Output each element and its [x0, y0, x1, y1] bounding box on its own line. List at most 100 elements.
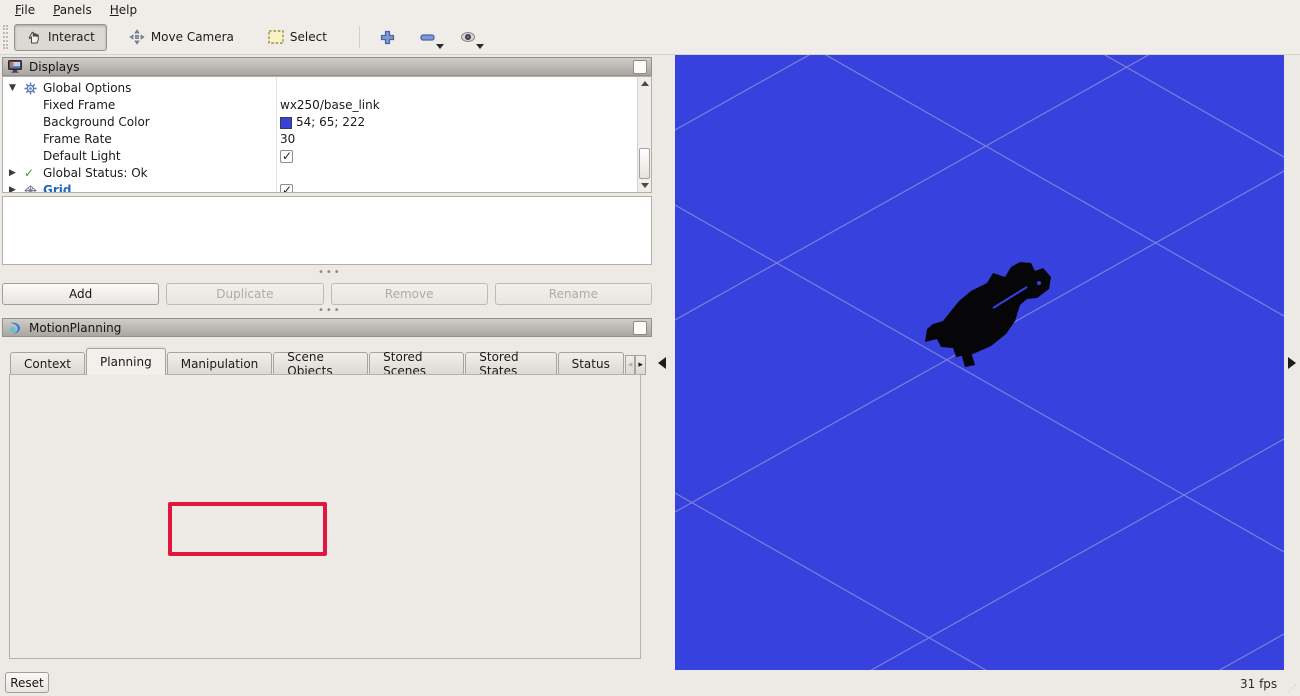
motion-planning-icon [8, 321, 22, 335]
triangle-up-icon [641, 81, 649, 86]
displays-tree[interactable]: ▼ Global Options Fixed Frame wx250/base_… [2, 76, 652, 193]
tree-scrollbar[interactable] [637, 77, 651, 192]
toolbar-separator [359, 26, 360, 48]
tab-status[interactable]: Status [558, 352, 624, 375]
focus-camera-tool-button[interactable] [450, 24, 486, 51]
displays-panel-detach-button[interactable] [633, 60, 647, 74]
motion-planning-panel-title: MotionPlanning [29, 321, 121, 335]
triangle-left-icon [658, 357, 666, 369]
tree-row-fixed-frame[interactable]: Fixed Frame wx250/base_link [3, 97, 638, 114]
chevron-right-icon[interactable]: ▶ [9, 182, 16, 193]
tab-label: Status [572, 357, 610, 371]
rename-display-button[interactable]: Rename [495, 283, 652, 305]
tree-item-label: Global Status: Ok [43, 165, 148, 182]
toolbar-drag-handle[interactable] [3, 25, 8, 49]
motion-planning-panel-header[interactable]: MotionPlanning [2, 318, 652, 337]
tree-item-label: Global Options [43, 80, 131, 97]
move-camera-tool-label: Move Camera [151, 30, 234, 44]
tab-scroll-right-button[interactable]: ▸ [635, 355, 646, 375]
toolbar: Interact Move Camera Select [0, 20, 1300, 55]
panel-collapse-left-arrow[interactable] [658, 357, 666, 369]
eye-icon [460, 31, 476, 43]
robot-arm-silhouette [925, 262, 1051, 367]
display-buttons-row: Add Duplicate Remove Rename [2, 283, 652, 305]
select-tool-label: Select [290, 30, 327, 44]
tree-row-global-status[interactable]: ▶ ✓ Global Status: Ok [3, 165, 638, 182]
planning-tab-pane [9, 374, 641, 659]
scrollbar-up-button[interactable] [638, 77, 651, 90]
chevron-down-icon[interactable]: ▼ [9, 80, 16, 97]
color-value-text: 54; 65; 222 [296, 114, 365, 131]
tab-label: Context [24, 357, 71, 371]
color-swatch [280, 117, 292, 129]
tree-item-label: Default Light [43, 148, 121, 165]
menu-bar: File Panels Help [0, 0, 1300, 20]
tree-row-default-light[interactable]: Default Light [3, 148, 638, 165]
menu-help[interactable]: Help [101, 1, 146, 19]
tab-scene-objects[interactable]: Scene Objects [273, 352, 368, 375]
tree-item-label: Frame Rate [43, 131, 112, 148]
menu-panels[interactable]: Panels [44, 1, 101, 19]
interact-tool-label: Interact [48, 30, 95, 44]
triangle-left-icon: ◂ [628, 360, 633, 370]
displays-panel-title: Displays [29, 60, 79, 74]
fps-counter: 31 fps [1240, 677, 1277, 691]
tab-context[interactable]: Context [10, 352, 85, 375]
minus-icon [420, 34, 435, 41]
tab-label: Planning [100, 355, 152, 369]
motion-planning-tabs: Context Planning Manipulation Scene Obje… [10, 351, 646, 375]
viewport-scene [675, 55, 1284, 670]
triangle-down-icon [641, 183, 649, 188]
scrollbar-thumb[interactable] [639, 148, 650, 179]
splitter-handle[interactable]: ••• [318, 305, 342, 316]
displays-panel-header[interactable]: Displays [2, 57, 652, 76]
tab-scroll-left-button[interactable]: ◂ [625, 355, 636, 375]
selection-box-icon [268, 30, 284, 44]
gear-icon [24, 82, 37, 95]
add-tool-button[interactable] [370, 24, 406, 51]
background-color-value[interactable]: 54; 65; 222 [280, 114, 365, 131]
tree-item-label: Fixed Frame [43, 97, 115, 114]
chevron-right-icon[interactable]: ▶ [9, 165, 16, 182]
reset-button[interactable]: Reset [5, 672, 49, 693]
remove-tool-button[interactable] [410, 24, 446, 51]
hand-cursor-icon [26, 29, 42, 45]
remove-display-button[interactable]: Remove [331, 283, 488, 305]
tree-row-frame-rate[interactable]: Frame Rate 30 [3, 131, 638, 148]
add-display-button[interactable]: Add [2, 283, 159, 305]
scrollbar-down-button[interactable] [638, 179, 651, 192]
tree-item-label: Background Color [43, 114, 150, 131]
motion-planning-panel-detach-button[interactable] [633, 321, 647, 335]
tree-row-grid[interactable]: ▶ Grid [3, 182, 638, 193]
status-ok-check-icon: ✓ [24, 165, 37, 178]
default-light-checkbox[interactable] [280, 150, 293, 163]
dropdown-caret-icon [436, 44, 444, 49]
display-description-box [2, 196, 652, 265]
tab-label: Manipulation [181, 357, 259, 371]
ground-grid-lines [675, 55, 1284, 670]
plus-icon [380, 30, 395, 45]
menu-file[interactable]: File [6, 1, 44, 19]
resize-grip[interactable]: ⋰ [1288, 684, 1298, 694]
fixed-frame-value[interactable]: wx250/base_link [280, 97, 380, 114]
frame-rate-value[interactable]: 30 [280, 131, 295, 148]
select-tool-button[interactable]: Select [256, 24, 339, 51]
tab-planning[interactable]: Planning [86, 348, 166, 375]
interact-tool-button[interactable]: Interact [14, 24, 107, 51]
tree-row-background-color[interactable]: Background Color 54; 65; 222 [3, 114, 638, 131]
tab-stored-scenes[interactable]: Stored Scenes [369, 352, 464, 375]
tab-manipulation[interactable]: Manipulation [167, 352, 273, 375]
duplicate-display-button[interactable]: Duplicate [166, 283, 323, 305]
triangle-right-icon: ▸ [638, 360, 643, 370]
move-camera-tool-button[interactable]: Move Camera [117, 24, 246, 51]
panel-collapse-right-arrow[interactable] [1288, 357, 1296, 369]
tree-row-global-options[interactable]: ▼ Global Options [3, 80, 638, 97]
3d-viewport[interactable] [675, 55, 1284, 670]
tab-stored-states[interactable]: Stored States [465, 352, 556, 375]
tree-item-label: Grid [43, 182, 71, 193]
splitter-handle[interactable]: ••• [318, 267, 342, 278]
grid-icon [24, 184, 37, 193]
grid-checkbox[interactable] [280, 184, 293, 193]
move-arrows-icon [129, 29, 145, 45]
dropdown-caret-icon [476, 44, 484, 49]
